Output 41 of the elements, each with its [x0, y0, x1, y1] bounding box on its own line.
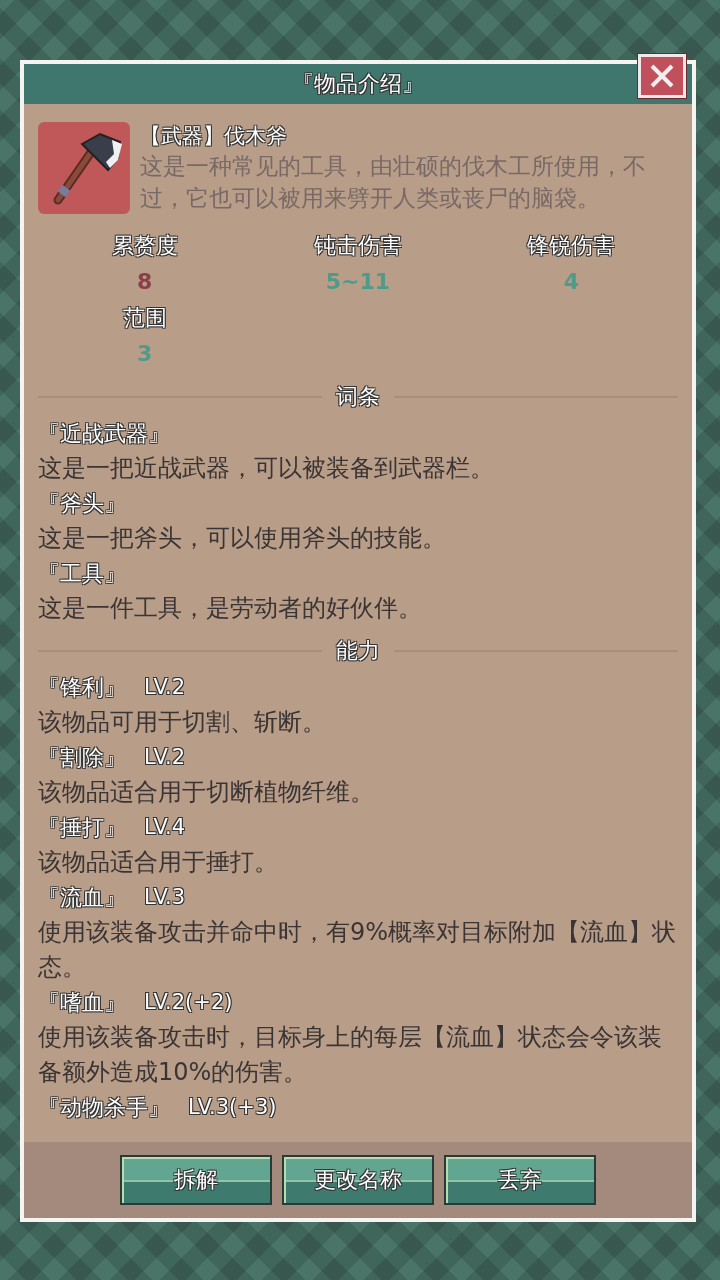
entry-description: 这是一件工具，是劳动者的好伙伴。	[38, 593, 423, 624]
entry-name: 『流血』	[38, 884, 126, 912]
stat-label: 累赘度	[111, 232, 178, 260]
entry-name: 『动物杀手』	[38, 1094, 170, 1122]
entry-description: 这是一把斧头，可以使用斧头的技能。	[38, 523, 447, 554]
action-button[interactable]: 丢弃	[444, 1155, 596, 1205]
section-title: 词条	[336, 383, 380, 411]
axe-icon	[38, 122, 130, 214]
item-description: 这是一种常见的工具，由壮硕的伐木工所使用，不过，它也可以被用来劈开人类或丧尸的脑袋。	[140, 152, 647, 213]
entry-level: LV.3	[144, 884, 186, 911]
section-title: 能力	[336, 637, 380, 665]
stat-label: 范围	[122, 304, 167, 332]
entry-description: 这是一把近战武器，可以被装备到武器栏。	[38, 453, 495, 484]
entry-description: 该物品适合用于捶打。	[38, 847, 279, 878]
stat-value: 5~11	[325, 268, 391, 296]
entry-name: 『斧头』	[38, 490, 126, 518]
entry-level: LV.2(+2)	[144, 989, 233, 1016]
entry-name: 『割除』	[38, 744, 126, 772]
item-name: 【武器】伐木斧	[140, 123, 288, 150]
entry-description: 使用该装备攻击时，目标身上的每层【流血】状态会令该装备额外造成10%的伤害。	[38, 1022, 663, 1088]
entry-level: LV.4	[144, 814, 186, 841]
stat-value: 3	[137, 340, 153, 368]
stat-value: 4	[563, 268, 579, 296]
close-button[interactable]	[638, 54, 686, 98]
entry-name: 『锋利』	[38, 674, 126, 702]
entry-level: LV.2	[144, 744, 186, 771]
entry-name: 『工具』	[38, 560, 126, 588]
stat-value: 8	[137, 268, 153, 296]
entry-description: 该物品适合用于切断植物纤维。	[38, 777, 375, 808]
stat-label: 锋锐伤害	[527, 232, 616, 260]
entry-level: LV.2	[144, 674, 186, 701]
entry-name: 『近战武器』	[38, 420, 170, 448]
entry-level: LV.3(+3)	[188, 1094, 277, 1121]
stat-label: 钝击伤害	[314, 232, 402, 260]
entry-description: 该物品可用于切割、斩断。	[38, 707, 327, 738]
entry-description: 使用该装备攻击并命中时，有9%概率对目标附加【流血】状态。	[38, 917, 678, 983]
entry-name: 『嗜血』	[38, 989, 126, 1017]
action-button[interactable]: 拆解	[120, 1155, 272, 1205]
window-title: 『物品介绍』	[292, 70, 424, 98]
action-button[interactable]: 更改名称	[282, 1155, 434, 1205]
entry-name: 『捶打』	[38, 814, 126, 842]
